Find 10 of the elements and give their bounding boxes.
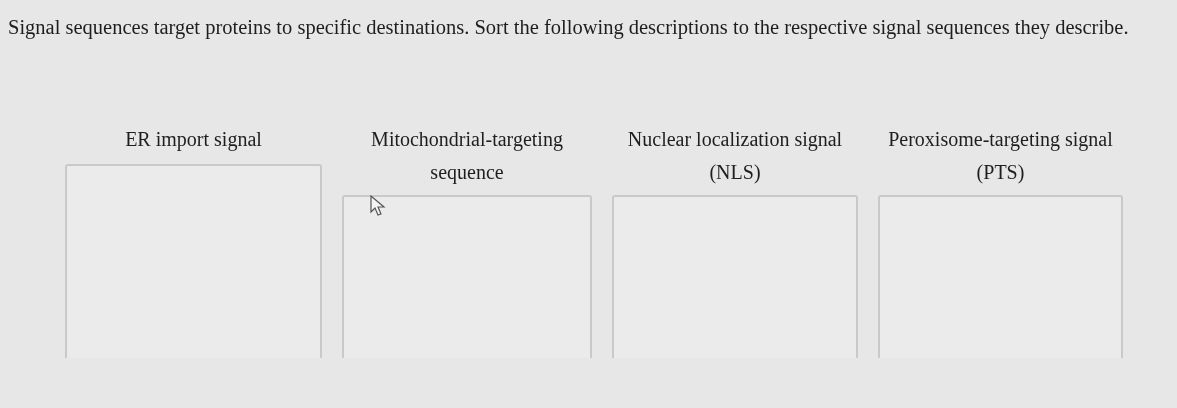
category-label: Nuclear localization signal (NLS) [626, 127, 844, 186]
drop-zone[interactable] [612, 195, 858, 358]
drop-zone[interactable] [342, 195, 592, 358]
drop-zone[interactable] [878, 195, 1123, 358]
category-label: Peroxisome-targeting signal (PTS) [887, 127, 1114, 186]
category-label: ER import signal [124, 127, 263, 153]
pointer-cursor-icon [370, 195, 386, 217]
category-label: Mitochondrial-targeting sequence [370, 127, 564, 186]
question-text: Signal sequences target proteins to specific destinations. Sort the following descriptions to the respective signal sequences they describe. [7, 15, 1130, 41]
drop-zone[interactable] [65, 164, 322, 358]
